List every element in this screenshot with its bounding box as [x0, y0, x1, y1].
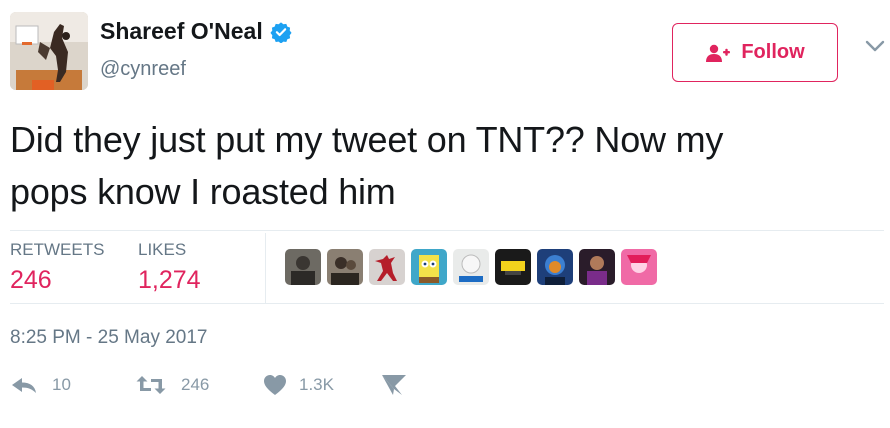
liker-avatar-9[interactable]: [621, 249, 657, 285]
liker-avatars: [285, 249, 663, 285]
reply-count: 10: [52, 375, 71, 394]
retweet-button[interactable]: 246: [135, 374, 263, 396]
liker-avatar-1[interactable]: [285, 249, 321, 285]
like-count: 1.3K: [299, 375, 334, 394]
liker-avatar-8[interactable]: [579, 249, 615, 285]
divider-bottom: [10, 303, 884, 304]
follow-button[interactable]: Follow: [672, 23, 838, 82]
tweet-text: Did they just put my tweet on TNT?? Now …: [10, 114, 880, 218]
liker-avatar-jumpman[interactable]: [369, 249, 405, 285]
heart-icon: [263, 374, 287, 396]
liker-avatar-5[interactable]: [453, 249, 489, 285]
chevron-down-icon[interactable]: [864, 38, 886, 54]
reply-icon: [10, 375, 38, 395]
user-name-row[interactable]: Shareef O'Neal: [100, 18, 292, 45]
verified-badge-icon: [270, 21, 292, 43]
reply-button[interactable]: 10: [10, 375, 135, 395]
liker-avatar-7[interactable]: [537, 249, 573, 285]
direct-message-button[interactable]: [381, 374, 407, 396]
likes-count[interactable]: 1,274: [138, 266, 201, 295]
divider-top: [10, 230, 884, 231]
tweet-timestamp[interactable]: 8:25 PM - 25 May 2017: [10, 327, 208, 349]
liker-avatar-spongebob[interactable]: [411, 249, 447, 285]
stats-separator: [265, 233, 266, 303]
tweet-text-line-2: pops know I roasted him: [10, 171, 396, 212]
basketball-player-avatar: [10, 12, 88, 90]
user-name[interactable]: Shareef O'Neal: [100, 18, 263, 45]
liker-avatar-6[interactable]: [495, 249, 531, 285]
retweets-count[interactable]: 246: [10, 266, 52, 295]
direct-message-icon: [381, 374, 407, 396]
avatar[interactable]: [10, 12, 88, 90]
retweet-count: 246: [181, 375, 210, 394]
tweet-text-line-1: Did they just put my tweet on TNT?? Now …: [10, 119, 724, 160]
add-user-icon: [705, 43, 731, 63]
follow-button-label: Follow: [741, 41, 805, 63]
user-handle[interactable]: @cynreef: [100, 58, 186, 81]
tweet-actions: 10 246 1.3K: [10, 374, 407, 396]
retweets-label[interactable]: RETWEETS: [10, 240, 104, 260]
liker-avatar-2[interactable]: [327, 249, 363, 285]
likes-label[interactable]: LIKES: [138, 240, 186, 260]
like-button[interactable]: 1.3K: [263, 374, 381, 396]
retweet-icon: [135, 374, 167, 396]
